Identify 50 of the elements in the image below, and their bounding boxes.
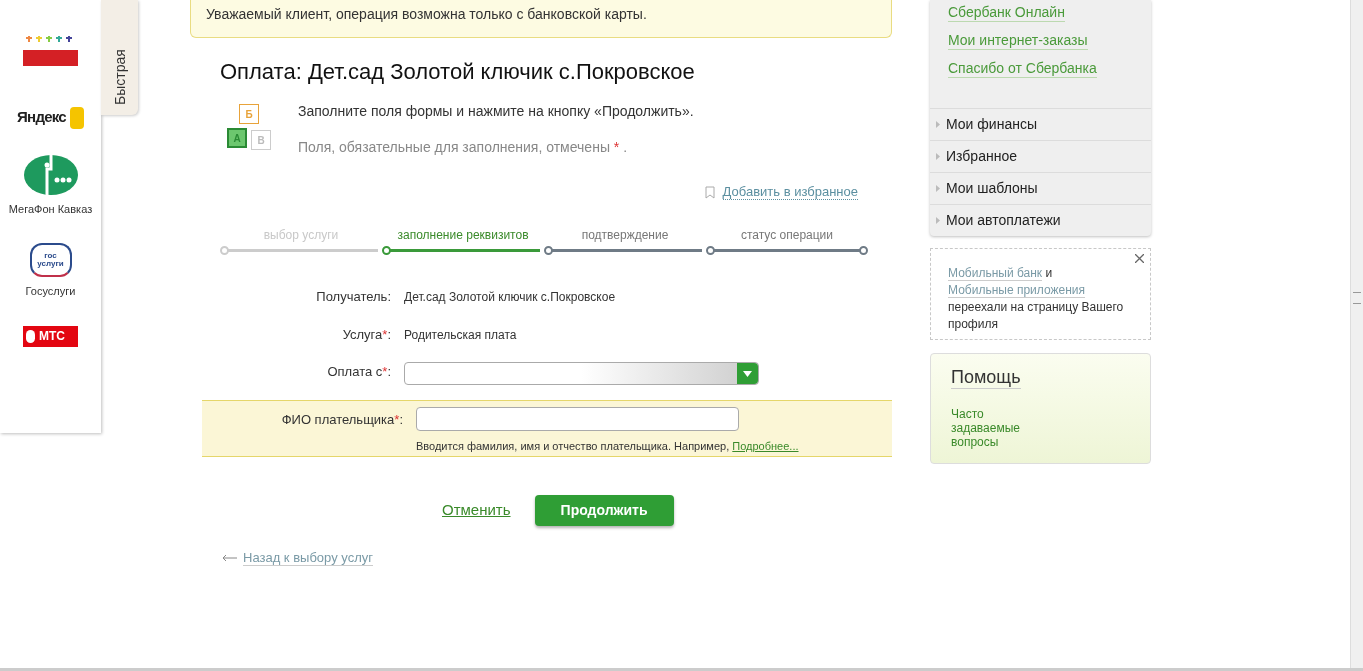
continue-button[interactable]: Продолжить	[534, 495, 674, 526]
scrollbar[interactable]	[1350, 0, 1363, 668]
mobile-apps-link[interactable]: Мобильные приложения	[948, 283, 1085, 298]
gosuslugi-logo: гос услуги	[29, 243, 72, 277]
more-link[interactable]: Подробнее...	[732, 440, 799, 452]
triangle-icon	[936, 121, 940, 128]
dropdown-caret-icon	[737, 363, 758, 384]
field-label: ФИО плательщика*:	[280, 411, 403, 429]
mts-logo: МТС	[23, 325, 78, 347]
field-value: Дет.сад Золотой ключик с.Покровское	[404, 289, 616, 306]
sidebar-link[interactable]: Сбербанк Онлайн	[948, 4, 1065, 22]
account-dropdown[interactable]	[404, 362, 759, 385]
triangle-icon	[936, 153, 940, 160]
menu-item[interactable]: Избранное	[930, 140, 1151, 172]
field-label: Оплата с*:	[326, 363, 391, 381]
close-icon[interactable]	[1135, 254, 1144, 263]
partner-caption: МегаФон Кавказ	[8, 201, 93, 217]
left-arrow-icon	[222, 554, 237, 562]
menu-item[interactable]: Мои шаблоны	[930, 172, 1151, 204]
step-label: статус операции	[740, 227, 834, 244]
megafon-logo-icon	[23, 154, 78, 195]
wallet-icon	[69, 106, 84, 129]
field-value: Родительская плата	[404, 327, 517, 344]
step-label: заполнение реквизитов	[397, 227, 529, 244]
notice-text: Мобильный банк и Мобильные приложения переехали на страницу Вашего профиля	[948, 265, 1125, 333]
mobile-bank-link[interactable]: Мобильный банк	[948, 266, 1043, 281]
sidebar-link[interactable]: Спасибо от Сбербанка	[948, 60, 1097, 78]
yandex-logo: Яндекс	[17, 107, 66, 127]
field-label: Услуга*:	[341, 326, 391, 344]
triangle-icon	[936, 217, 940, 224]
required-note: Поля, обязательные для заполнения, отмечены * .	[298, 138, 629, 157]
page-title: Оплата: Дет.сад Золотой ключик с.Покровское	[220, 58, 696, 86]
payer-name-field[interactable]	[416, 407, 739, 431]
step-label: подтверждение	[581, 227, 669, 244]
menu-item[interactable]: Мои финансы	[930, 108, 1151, 140]
faq-link[interactable]: Часто задаваемые вопросы	[951, 407, 1051, 449]
menu-item[interactable]: Мои автоплатежи	[930, 204, 1151, 236]
triangle-icon	[936, 185, 940, 192]
alert-message: Уважаемый клиент, операция возможна только с банковской карты.	[190, 0, 892, 38]
cancel-link[interactable]: Отменить	[442, 499, 511, 522]
bookmark-icon	[704, 185, 715, 199]
instruction-text: Заполните поля формы и нажмите на кнопку «Продолжить».	[298, 102, 694, 121]
help-title: Помощь	[951, 366, 1021, 389]
field-label: Получатель:	[315, 288, 391, 306]
quick-payments-tab[interactable]: Быстрая	[101, 0, 138, 115]
add-to-favorites-link[interactable]: Добавить в избранное	[722, 184, 858, 200]
partner-caption: Госуслуги	[25, 284, 76, 299]
field-hint: Вводится фамилия, имя и отчество плательщика. Например, Подробнее...	[416, 439, 799, 454]
sidebar-link[interactable]: Мои интернет-заказы	[948, 32, 1088, 50]
back-link[interactable]: Назад к выбору услуг	[243, 550, 373, 566]
